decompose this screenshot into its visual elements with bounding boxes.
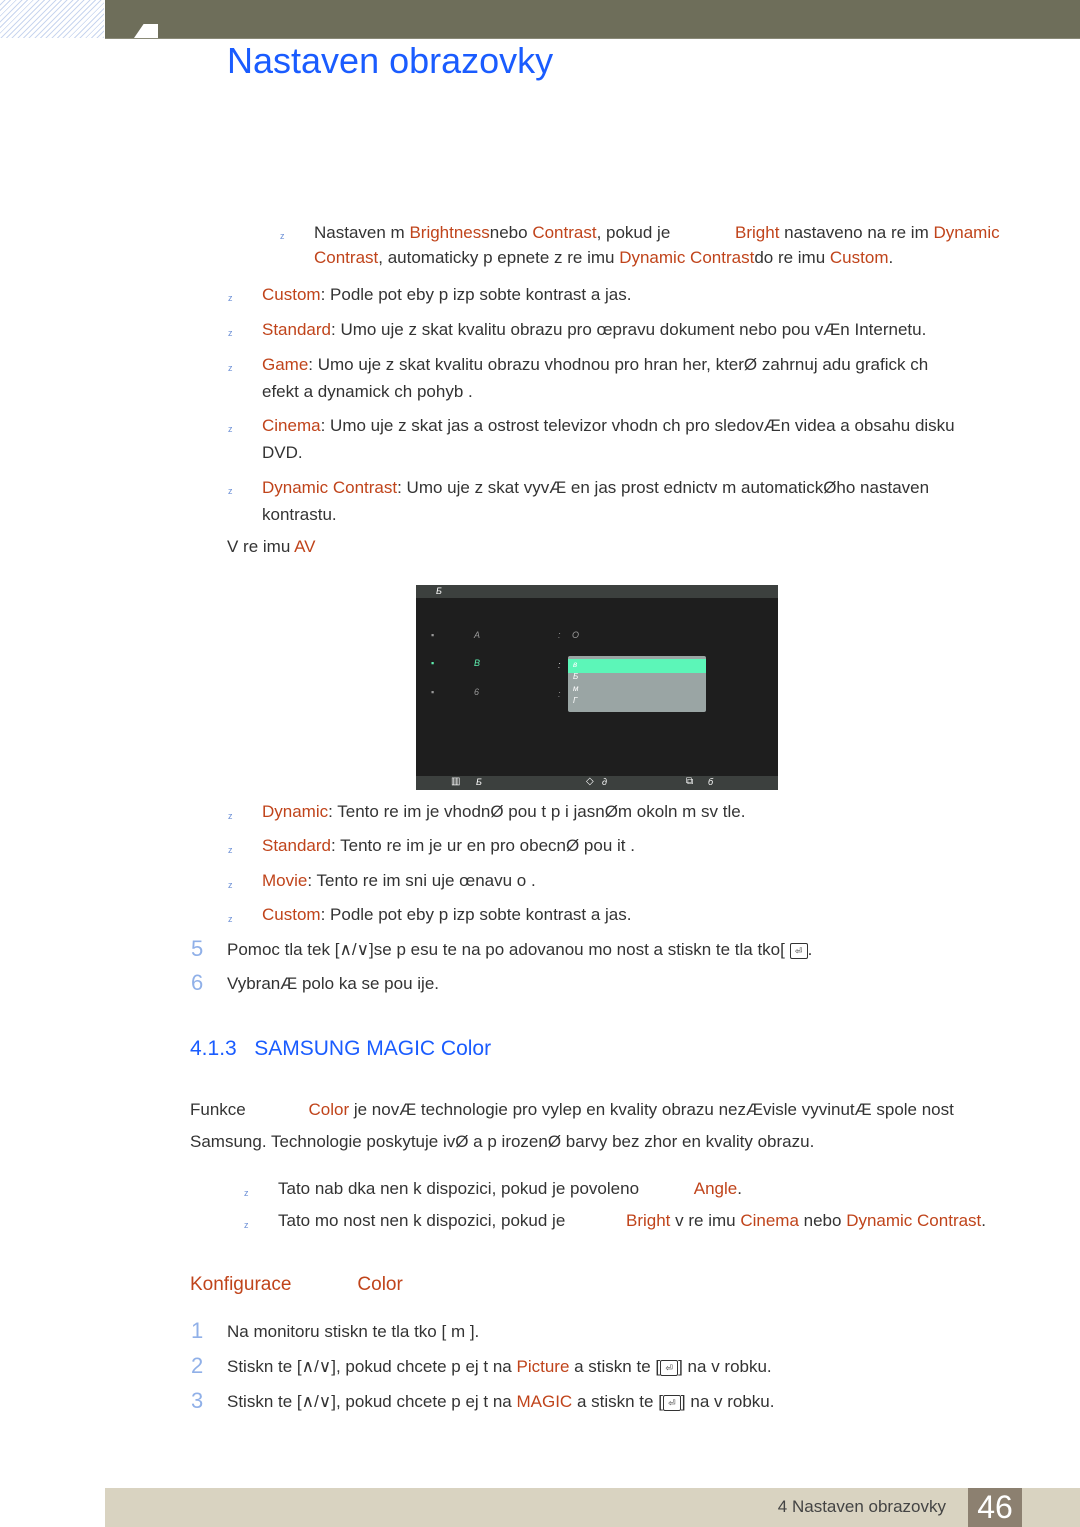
- osd-option: Б: [573, 672, 579, 681]
- osd-option: м: [573, 684, 579, 693]
- osd-row-sep: :: [558, 630, 561, 640]
- enter-button-icon: ⏎: [789, 942, 808, 959]
- osd-footer-label: б: [708, 777, 714, 787]
- mode-game: Game: Umo uje z skat kvalitu obrazu vhod…: [262, 355, 929, 374]
- header-hatch: [0, 0, 104, 38]
- bullet-icon: z: [244, 1220, 249, 1230]
- mode-dynamic-contrast-line2: kontrastu.: [262, 505, 337, 524]
- osd-row-label-selected: B: [474, 658, 481, 668]
- mode-custom: Custom: Podle pot eby p izp sobte kontra…: [262, 285, 632, 304]
- step-number: 1: [191, 1318, 204, 1343]
- step-number: 3: [191, 1388, 204, 1413]
- header-bar: [105, 0, 1080, 39]
- bullet-icon: z: [228, 486, 233, 496]
- subsection-heading: Konfigurace Color: [190, 1274, 403, 1295]
- note-line-1: Nastaven m Brightnessnebo Contrast, poku…: [314, 223, 1000, 242]
- mode-dynamic-contrast: Dynamic Contrast: Umo uje z skat vyvÆ en…: [262, 478, 930, 497]
- osd-footer-label: д: [602, 777, 607, 787]
- av-mode-standard: Standard: Tento re im je ur en pro obecn…: [262, 836, 635, 855]
- av-mode-custom: Custom: Podle pot eby p izp sobte kontra…: [262, 905, 632, 924]
- osd-title-bar: Б: [416, 585, 778, 598]
- osd-row-sep: :: [558, 660, 561, 670]
- up-down-icon: ∧/∨: [301, 1392, 332, 1411]
- page-title: Nastaven obrazovky: [227, 40, 554, 81]
- osd-row-value: O: [572, 630, 580, 640]
- enter-button-icon: ⏎: [662, 1394, 681, 1411]
- enter-button-icon: ⏎: [660, 1359, 679, 1376]
- bullet-icon: z: [244, 1188, 249, 1198]
- osd-dropdown: в Б м Г: [568, 656, 706, 712]
- osd-row-label: 6: [474, 687, 480, 697]
- bullet-icon: z: [228, 424, 233, 434]
- adjust-icon: ◇: [586, 776, 594, 787]
- bullet-icon: z: [280, 231, 285, 241]
- step-1: Na monitoru stiskn te tla tko [ m ].: [227, 1322, 480, 1341]
- intro-line-1: Funkce Color je novÆ technologie pro vyl…: [190, 1100, 954, 1119]
- up-down-icon: ∧/∨: [301, 1357, 332, 1376]
- page-number: 46: [968, 1488, 1022, 1527]
- note-angle: Tato nab dka nen k dispozici, pokud je p…: [278, 1179, 742, 1198]
- osd-screenshot: Б ▪ A : O ▪ B : ▪ 6 : в Б м Г ▥ Б ◇ д ⧉ …: [416, 585, 778, 790]
- mode-standard: Standard: Umo uje z skat kvalitu obrazu …: [262, 320, 927, 339]
- osd-row-icon: ▪: [431, 658, 435, 668]
- bullet-icon: z: [228, 328, 233, 338]
- step-2: Stiskn te [∧/∨], pokud chcete p ej t na …: [227, 1357, 772, 1376]
- step-number: 6: [191, 970, 204, 995]
- menu-key: m: [450, 1322, 466, 1341]
- page-footer: 4 Nastaven obrazovky: [105, 1488, 1080, 1527]
- intro-line-2: Samsung. Technologie poskytuje ivØ a p i…: [190, 1132, 815, 1151]
- step-3: Stiskn te [∧/∨], pokud chcete p ej t na …: [227, 1392, 775, 1411]
- note-bright: Tato mo nost nen k dispozici, pokud je B…: [278, 1211, 987, 1230]
- bullet-icon: z: [228, 845, 233, 855]
- bullet-icon: z: [228, 880, 233, 890]
- up-down-icon: ∧/∨: [339, 940, 370, 959]
- osd-dropdown-selected: [568, 659, 706, 673]
- note-line-2: Contrast, automaticky p epnete z re imu …: [314, 248, 894, 267]
- av-mode-label: V re imu AV: [227, 537, 316, 556]
- move-icon: ▥: [451, 776, 461, 787]
- bullet-icon: z: [228, 363, 233, 373]
- av-mode-dynamic: Dynamic: Tento re im je vhodnØ pou t p i…: [262, 802, 746, 821]
- bullet-icon: z: [228, 811, 233, 821]
- mode-cinema: Cinema: Umo uje z skat jas a ostrost tel…: [262, 416, 955, 435]
- step-6: VybranÆ polo ka se pou ije.: [227, 974, 439, 993]
- osd-row-icon: ▪: [431, 630, 435, 640]
- mode-cinema-line2: DVD.: [262, 443, 303, 462]
- section-heading: 4.1.3 SAMSUNG MAGIC Color: [190, 1037, 492, 1060]
- osd-row-sep: :: [558, 689, 561, 699]
- footer-chapter: 4 Nastaven obrazovky: [777, 1497, 946, 1516]
- step-number: 2: [191, 1353, 204, 1378]
- mode-game-line2: efekt a dynamick ch pohyb .: [262, 382, 473, 401]
- osd-title: Б: [436, 586, 442, 596]
- bullet-icon: z: [228, 914, 233, 924]
- step-5: Pomoc tla tek [∧/∨]se p esu te na po ado…: [227, 940, 813, 959]
- step-number: 5: [191, 936, 204, 961]
- enter-icon: ⧉: [686, 776, 694, 787]
- bullet-icon: z: [228, 293, 233, 303]
- av-mode-movie: Movie: Tento re im sni uje œnavu o .: [262, 871, 536, 890]
- osd-option: в: [573, 660, 578, 669]
- osd-footer-label: Б: [476, 777, 482, 787]
- osd-row-label: A: [474, 630, 481, 640]
- osd-row-icon: ▪: [431, 687, 435, 697]
- osd-footer-bar: ▥ Б ◇ д ⧉ б: [416, 776, 778, 790]
- osd-option: Г: [573, 696, 578, 705]
